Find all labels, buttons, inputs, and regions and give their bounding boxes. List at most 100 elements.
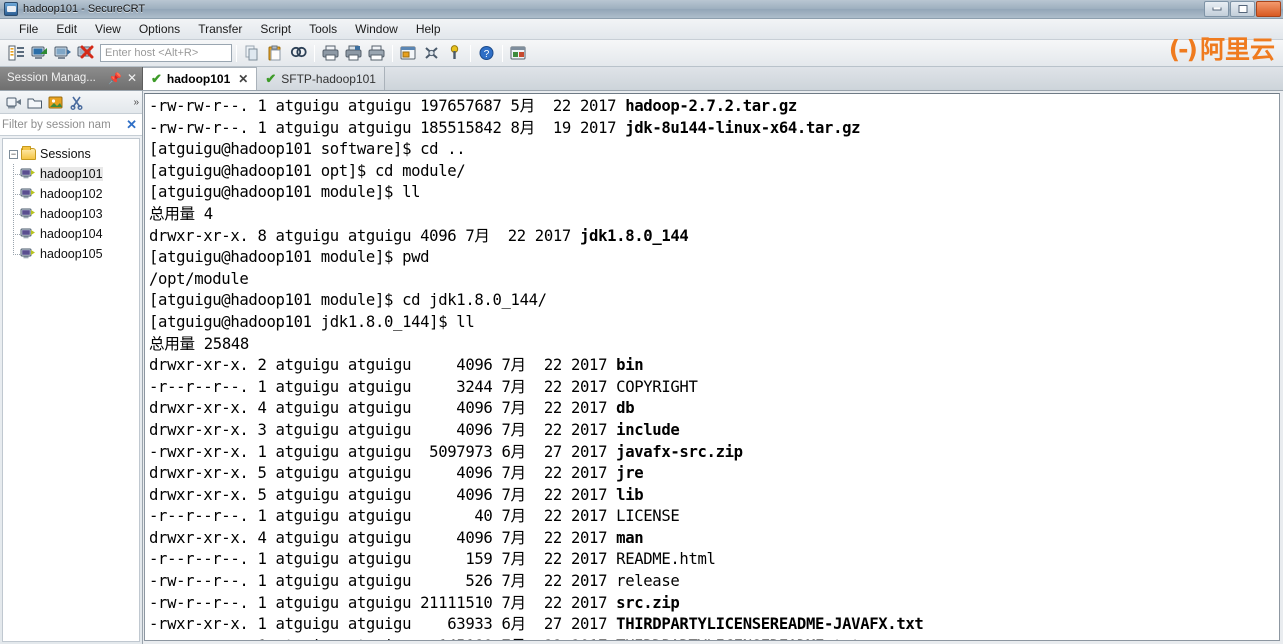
terminal-filename: bin xyxy=(616,356,644,375)
sidebar-item-label: hadoop103 xyxy=(40,207,103,221)
find-icon[interactable] xyxy=(287,43,309,64)
tab-sftp-hadoop101[interactable]: ✔ SFTP-hadoop101 xyxy=(257,67,385,90)
chevron-more-icon[interactable]: » xyxy=(133,97,139,108)
print-icon[interactable] xyxy=(319,43,341,64)
menu-options[interactable]: Options xyxy=(130,20,189,38)
sidebar-item-label: hadoop102 xyxy=(40,187,103,201)
terminal-line: drwxr-xr-x. 2 atguigu atguigu 4096 7月 22… xyxy=(149,356,644,375)
new-session-icon[interactable] xyxy=(397,43,419,64)
maximize-button[interactable] xyxy=(1230,1,1255,17)
connected-check-icon: ✔ xyxy=(265,70,277,86)
terminal-line: 总用量 25848 xyxy=(149,334,249,353)
terminal-line: [atguigu@hadoop101 module]$ ll xyxy=(149,183,421,202)
connect-icon[interactable] xyxy=(28,43,50,64)
options-icon[interactable] xyxy=(420,43,442,64)
sidebar-item-hadoop104[interactable]: hadoop104 xyxy=(7,224,139,244)
new-session-icon[interactable] xyxy=(4,93,24,112)
sidebar-item-label: hadoop105 xyxy=(40,247,103,261)
paste-icon[interactable] xyxy=(264,43,286,64)
aliyun-logo-text: 阿里云 xyxy=(1199,35,1275,64)
terminal-line: -rw-r--r--. 1 atguigu atguigu 526 7月 22 … xyxy=(149,572,680,591)
main-toolbar: Enter host <Alt+R> ? (-) 阿里云 xyxy=(0,35,1283,67)
menu-window[interactable]: Window xyxy=(346,20,407,38)
window-body: » Filter by session nam ✕ − Sessions had… xyxy=(0,91,1283,644)
sidebar-item-hadoop102[interactable]: hadoop102 xyxy=(7,184,139,204)
toolbar-separator xyxy=(236,44,237,62)
new-folder-icon[interactable] xyxy=(25,93,45,112)
terminal-line: drwxr-xr-x. 4 atguigu atguigu 4096 7月 22… xyxy=(149,399,635,418)
session-icon xyxy=(20,247,36,261)
terminal-line: drwxr-xr-x. 5 atguigu atguigu 4096 7月 22… xyxy=(149,485,644,504)
sidebar-item-hadoop105[interactable]: hadoop105 xyxy=(7,244,139,264)
pin-icon[interactable]: 📌 xyxy=(108,72,122,85)
session-icon xyxy=(20,167,36,181)
terminal-output[interactable]: -rw-rw-r--. 1 atguigu atguigu 197657687 … xyxy=(144,93,1280,641)
cut-icon[interactable] xyxy=(67,93,87,112)
collapse-icon[interactable]: − xyxy=(9,149,18,159)
toolbar-separator xyxy=(470,44,471,62)
close-button[interactable] xyxy=(1256,1,1281,17)
window-controls xyxy=(1204,1,1281,17)
terminal-filename: jdk1.8.0_144 xyxy=(580,226,689,245)
menu-script[interactable]: Script xyxy=(251,20,300,38)
connect-local-shell-icon[interactable] xyxy=(51,43,73,64)
properties-icon[interactable] xyxy=(46,93,66,112)
host-input[interactable]: Enter host <Alt+R> xyxy=(100,44,232,62)
terminal-filename: man xyxy=(616,528,644,547)
session-icon xyxy=(20,207,36,221)
session-filter-input[interactable]: Filter by session nam xyxy=(2,119,124,131)
menu-file[interactable]: File xyxy=(10,20,47,38)
session-manager-icon[interactable] xyxy=(5,43,27,64)
clear-filter-icon[interactable]: ✕ xyxy=(124,117,139,133)
copy-icon[interactable] xyxy=(241,43,263,64)
terminal-line: drwxr-xr-x. 4 atguigu atguigu 4096 7月 22… xyxy=(149,528,644,547)
terminal-line: -rw-rw-r--. 1 atguigu atguigu 185515842 … xyxy=(149,118,861,137)
tree-root-sessions[interactable]: − Sessions xyxy=(7,144,139,164)
terminal-area: -rw-rw-r--. 1 atguigu atguigu 197657687 … xyxy=(143,91,1283,644)
session-manager-dock-header: Session Manag... 📌 ✕ xyxy=(0,66,143,90)
close-icon[interactable]: ✕ xyxy=(127,71,137,85)
terminal-line: -r--r--r--. 1 atguigu atguigu 159 7月 22 … xyxy=(149,550,716,569)
terminal-line: [atguigu@hadoop101 jdk1.8.0_144]$ ll xyxy=(149,312,475,331)
title-bar: hadoop101 - SecureCRT xyxy=(0,0,1283,19)
aliyun-logo-mark: (-) xyxy=(1168,35,1198,64)
terminal-line: -rw-r--r--. 1 atguigu atguigu 21111510 7… xyxy=(149,593,680,612)
tab-strip: Session Manag... 📌 ✕ ✔ hadoop101 ✕ ✔ SFT… xyxy=(0,66,1283,91)
menu-help[interactable]: Help xyxy=(407,20,450,38)
help-icon[interactable]: ? xyxy=(475,43,497,64)
toolbar-separator xyxy=(314,44,315,62)
print-selection-icon[interactable] xyxy=(342,43,364,64)
tab-hadoop101[interactable]: ✔ hadoop101 ✕ xyxy=(143,67,258,90)
print-screen-icon[interactable] xyxy=(365,43,387,64)
terminal-filename: src.zip xyxy=(616,593,680,612)
terminal-filename: lib xyxy=(616,485,644,504)
tree-root-label: Sessions xyxy=(40,147,91,161)
terminal-line: [atguigu@hadoop101 module]$ cd jdk1.8.0_… xyxy=(149,291,547,310)
terminal-line: -r--r--r--. 1 atguigu atguigu 3244 7月 22… xyxy=(149,377,698,396)
disconnect-icon[interactable] xyxy=(74,43,96,64)
menu-transfer[interactable]: Transfer xyxy=(189,20,251,38)
session-filter-bar: Filter by session nam ✕ xyxy=(0,114,142,136)
menu-tools[interactable]: Tools xyxy=(300,20,346,38)
terminal-line: -r--r--r--. 1 atguigu atguigu 145180 7月 … xyxy=(149,636,1279,640)
sidebar-item-hadoop101[interactable]: hadoop101 xyxy=(7,164,139,184)
menu-view[interactable]: View xyxy=(86,20,130,38)
window-icon[interactable] xyxy=(507,43,529,64)
session-tree: − Sessions hadoop101 hadoop102 hadoop103… xyxy=(2,138,140,642)
terminal-filename: hadoop-2.7.2.tar.gz xyxy=(625,97,797,115)
keymap-icon[interactable] xyxy=(443,43,465,64)
terminal-line: drwxr-xr-x. 5 atguigu atguigu 4096 7月 22… xyxy=(149,464,644,483)
terminal-filename: javafx-src.zip xyxy=(616,442,743,461)
terminal-line: -rwxr-xr-x. 1 atguigu atguigu 5097973 6月… xyxy=(149,442,743,461)
window-title: hadoop101 - SecureCRT xyxy=(23,3,146,15)
terminal-line: 总用量 4 xyxy=(149,204,213,223)
sidebar-item-hadoop103[interactable]: hadoop103 xyxy=(7,204,139,224)
session-icon xyxy=(20,187,36,201)
securecrt-window: hadoop101 - SecureCRT File Edit View Opt… xyxy=(0,0,1283,644)
menu-edit[interactable]: Edit xyxy=(47,20,86,38)
connected-check-icon: ✔ xyxy=(151,71,162,86)
folder-icon xyxy=(21,146,36,160)
minimize-button[interactable] xyxy=(1204,1,1229,17)
tab-close-icon[interactable]: ✕ xyxy=(238,72,248,86)
session-manager-toolbar: » xyxy=(0,91,142,114)
